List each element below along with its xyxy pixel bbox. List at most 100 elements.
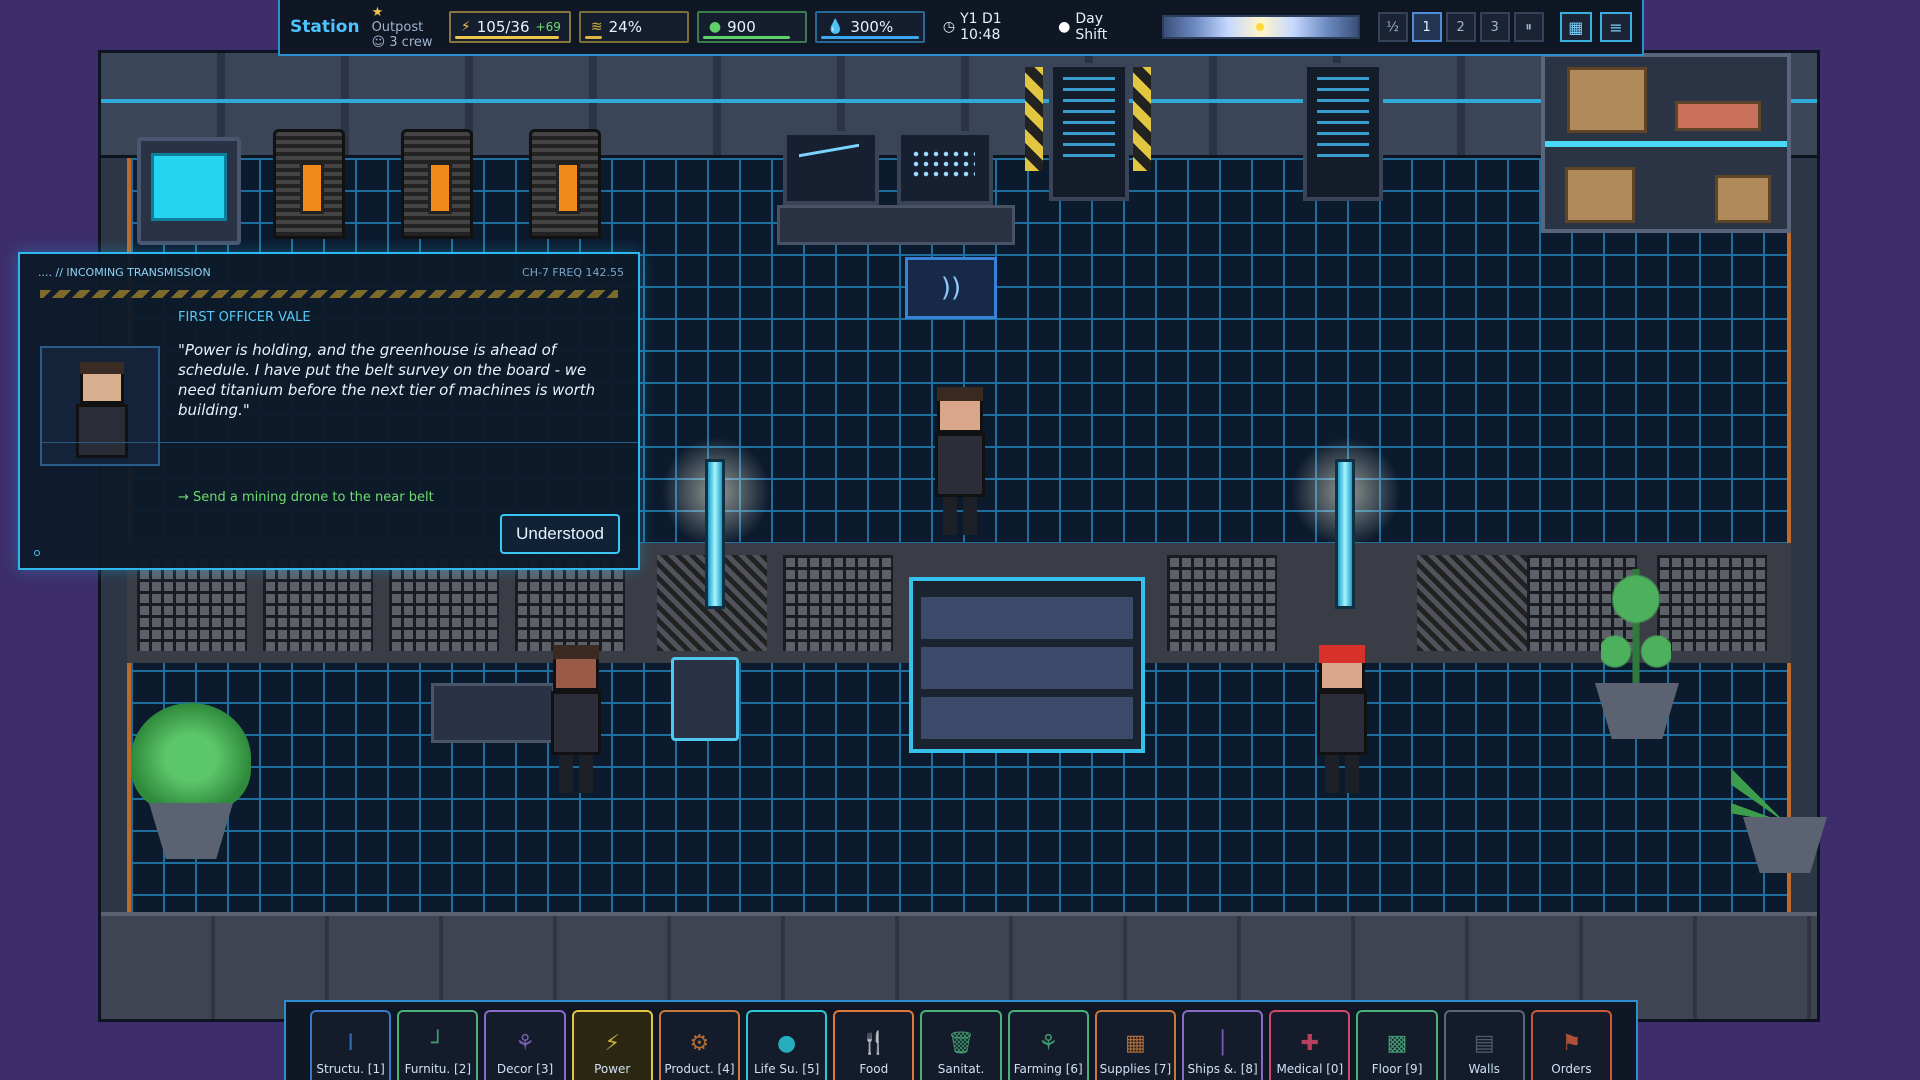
build-tab-floor-tile[interactable]: ▩ Floor [9]: [1356, 1010, 1438, 1080]
medical-cross-icon: ✚: [1300, 1031, 1320, 1056]
light-pillar[interactable]: [1335, 459, 1355, 609]
resource-food[interactable]: ● 900: [696, 11, 807, 43]
crew-count: 3 crew: [389, 34, 433, 50]
shift-text: Day Shift: [1075, 11, 1108, 43]
comm-beacon-icon[interactable]: )): [905, 257, 997, 319]
dialog-title: .... // INCOMING TRANSMISSION: [38, 266, 211, 279]
build-tab-production-gear[interactable]: ⚙ Product. [4]: [658, 1010, 741, 1080]
resource-fill-bar: [820, 36, 919, 39]
top-hud: Station ★ Outpost ☺ 3 crew ⚡ 105/36 +69 ≋ 24…: [278, 0, 1644, 56]
monitor-graph[interactable]: [783, 131, 879, 205]
resource-water[interactable]: 💧 300%: [814, 11, 925, 43]
build-tab-label: Medical [0]: [1276, 1062, 1344, 1076]
light-pillar[interactable]: [705, 459, 725, 609]
speed-button[interactable]: 3: [1479, 12, 1510, 42]
build-tab-label: Farming [6]: [1013, 1062, 1083, 1076]
build-tab-ships[interactable]: │ Ships &. [8]: [1182, 1010, 1264, 1080]
build-tab-supplies-box[interactable]: ▦ Supplies [7]: [1094, 1010, 1177, 1080]
speed-button[interactable]: ½: [1377, 12, 1408, 42]
oxygen-icon: ≋: [590, 19, 603, 35]
crew-member-officer[interactable]: [931, 387, 989, 537]
work-desk[interactable]: [431, 683, 555, 743]
channel-label: CH-7 FREQ 142.55: [522, 266, 624, 279]
speed-button[interactable]: 1: [1411, 12, 1442, 42]
menu-icon[interactable]: ≡: [1599, 12, 1632, 42]
floor-grate: [1167, 555, 1277, 651]
resource-power[interactable]: ⚡ 105/36 +69: [448, 11, 571, 43]
sanitation-bin-icon: 🗑: [947, 1031, 975, 1056]
build-tab-label: Floor [9]: [1371, 1062, 1423, 1076]
bookshelf[interactable]: [909, 577, 1145, 753]
crew-member[interactable]: [547, 645, 605, 795]
crew-icon: ☺: [371, 34, 386, 50]
station-label[interactable]: Station: [290, 17, 360, 37]
furniture-icon: ┘: [431, 1031, 445, 1056]
build-tab-label: Product. [4]: [664, 1062, 735, 1076]
production-gear-icon: ⚙: [689, 1031, 710, 1056]
build-tab-decor[interactable]: ⚘ Decor [3]: [484, 1010, 566, 1080]
star-icon: ★: [371, 4, 384, 20]
corner-marker: [34, 550, 40, 556]
build-tab-food-utensils[interactable]: 🍴 Food: [833, 1010, 915, 1080]
chair[interactable]: [671, 657, 739, 741]
resource-value: 900: [727, 18, 756, 36]
speed-button[interactable]: 2: [1445, 12, 1476, 42]
battery-unit[interactable]: [529, 129, 601, 239]
resource-bar: ⚡ 105/36 +69 ≋ 24% ● 900 💧 300%: [448, 11, 925, 43]
build-tab-power[interactable]: ⚡ Power: [571, 1010, 653, 1080]
build-tab-life-support-drop[interactable]: ● Life Su. [5]: [746, 1010, 828, 1080]
storage-shelf[interactable]: [1541, 53, 1791, 233]
dialog-quote: "Power is holding, and the greenhouse is…: [178, 341, 596, 419]
build-tab-label: Furnitu. [2]: [404, 1062, 472, 1076]
build-tab-label: Sanitat.: [937, 1062, 985, 1076]
build-tab-label: Structu. [1]: [316, 1062, 385, 1076]
server-rack[interactable]: [1049, 63, 1129, 201]
build-tab-walls[interactable]: ▤ Walls: [1443, 1010, 1525, 1080]
dialog-objective[interactable]: → Send a mining drone to the near belt: [178, 490, 434, 505]
calendar-icon[interactable]: ▦: [1559, 12, 1592, 42]
build-tab-label: Ships &. [8]: [1187, 1062, 1258, 1076]
decor-icon: ⚘: [515, 1031, 535, 1056]
build-tab-label: Orders: [1551, 1062, 1592, 1076]
build-tab-sanitation-bin[interactable]: 🗑 Sanitat.: [920, 1010, 1002, 1080]
resource-oxygen[interactable]: ≋ 24%: [578, 11, 689, 43]
tier-label: Outpost: [371, 19, 424, 35]
build-tab-label: Food: [859, 1062, 889, 1076]
build-tab-label: Life Su. [5]: [753, 1062, 820, 1076]
life-support-drop-icon: ●: [777, 1031, 797, 1056]
build-tab-medical-cross[interactable]: ✚ Medical [0]: [1269, 1010, 1351, 1080]
resource-delta: +69: [535, 20, 561, 34]
floor-grate-hazard: [1417, 555, 1527, 651]
crew-member-redhead[interactable]: [1313, 645, 1371, 795]
battery-unit[interactable]: [273, 129, 345, 239]
food-utensils-icon: 🍴: [860, 1031, 888, 1056]
build-tab-structure[interactable]: I Structu. [1]: [310, 1010, 392, 1080]
speed-button[interactable]: ⏸: [1513, 12, 1544, 42]
build-tab-furniture[interactable]: ┘ Furnitu. [2]: [397, 1010, 479, 1080]
farming-sprout-icon: ⚘: [1038, 1031, 1059, 1056]
build-tab-farming-sprout[interactable]: ⚘ Farming [6]: [1007, 1010, 1089, 1080]
resource-fill-bar: [454, 36, 559, 39]
orders-icon: ⚑: [1561, 1031, 1582, 1056]
station-tier: ★ Outpost ☺ 3 crew: [372, 5, 435, 50]
understood-button[interactable]: Understood: [500, 514, 620, 554]
build-tab-label: Walls: [1468, 1062, 1500, 1076]
cryo-fridge[interactable]: [137, 137, 241, 245]
resource-value: 300%: [850, 18, 894, 36]
build-tab-label: Power: [594, 1062, 631, 1076]
build-tab-orders[interactable]: ⚑ Orders: [1530, 1010, 1613, 1080]
control-console[interactable]: [777, 205, 1015, 245]
battery-unit[interactable]: [401, 129, 473, 239]
spiky-plant[interactable]: [1731, 703, 1841, 823]
hazard-stripe: [1025, 67, 1043, 171]
resource-fill-bar: [702, 36, 791, 39]
speaker-name: FIRST OFFICER VALE: [178, 310, 311, 325]
clock-icon: ◷: [942, 19, 956, 35]
floor-grate: [783, 555, 893, 651]
supply-crate: [1715, 175, 1771, 223]
day-timeline[interactable]: [1162, 15, 1360, 39]
server-rack[interactable]: [1303, 63, 1383, 201]
monitor-data[interactable]: [897, 131, 993, 205]
flowering-bush-plant[interactable]: [131, 703, 251, 813]
power-icon: ⚡: [604, 1031, 620, 1056]
